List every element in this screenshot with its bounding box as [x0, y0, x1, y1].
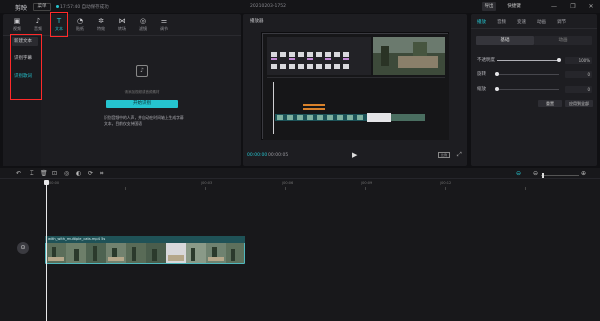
- video-track-icon[interactable]: ⊙: [17, 242, 29, 254]
- tab-animation[interactable]: 动画: [537, 19, 546, 25]
- tab-video[interactable]: ▣ 视频: [7, 17, 27, 34]
- player-time-total: 00:00:05: [268, 153, 289, 158]
- close-button[interactable]: ✕: [585, 2, 597, 11]
- video-clip-label: with_with_multiple_cats.mp4 5s: [48, 237, 106, 241]
- zoom-slider[interactable]: [541, 175, 579, 176]
- scale-value[interactable]: 0: [565, 86, 592, 93]
- rotation-label: 旋转: [477, 72, 486, 77]
- transition-icon: ⋈: [118, 17, 126, 25]
- tab-audio[interactable]: ♪ 音频: [28, 17, 48, 34]
- audio-icon: ♪: [35, 17, 41, 25]
- sticker-icon: ◔: [76, 17, 84, 25]
- minimize-button[interactable]: —: [548, 2, 560, 11]
- link-icon[interactable]: ⊖: [516, 170, 521, 177]
- rotation-value[interactable]: 0: [565, 71, 592, 78]
- shortcut-button[interactable]: 快捷键: [502, 2, 526, 11]
- filter-icon: ◎: [139, 17, 147, 25]
- menu-button[interactable]: 菜单: [33, 2, 51, 11]
- ruler-tick: [205, 187, 206, 190]
- segment-basic[interactable]: 基础: [476, 36, 534, 45]
- effect-icon: ✲: [98, 17, 104, 25]
- text-tab-highlight-box: [50, 12, 68, 37]
- timeline-toolbar-divider: [0, 178, 600, 179]
- sidebar-highlight-box: [10, 34, 42, 100]
- aspect-ratio-button[interactable]: 比例: [438, 152, 450, 158]
- tab-audio-label: 音频: [34, 26, 42, 31]
- play-button[interactable]: ▶: [352, 151, 357, 159]
- tab-adjust-label: 调节: [160, 26, 168, 31]
- opacity-value[interactable]: 100%: [565, 57, 592, 64]
- tab-filter-label: 滤镜: [139, 26, 147, 31]
- player-preview-frame[interactable]: [262, 33, 449, 140]
- tab-video-label: 视频: [13, 26, 21, 31]
- ruler-tick: [365, 187, 366, 190]
- tab-filter[interactable]: ◎ 滤镜: [133, 17, 153, 34]
- mirror-icon[interactable]: ◐: [76, 170, 81, 177]
- tiktok-icon: ♪: [136, 65, 148, 77]
- player-time-current: 00:00:00: [247, 153, 268, 158]
- preview-image: [263, 34, 449, 140]
- playhead[interactable]: [46, 180, 47, 321]
- reset-button[interactable]: 重置: [538, 100, 562, 107]
- ruler-label: |00:12: [440, 181, 452, 185]
- export-button[interactable]: 导出: [482, 2, 496, 11]
- segment-animation[interactable]: 动画: [534, 36, 592, 45]
- tab-audio-props[interactable]: 音频: [497, 19, 506, 25]
- recognize-hint: 请添加视频或音频素材: [124, 90, 160, 94]
- fullscreen-icon[interactable]: ⤢: [457, 151, 462, 159]
- project-title: 20210203-1752: [250, 3, 286, 9]
- scale-slider-knob[interactable]: [495, 87, 499, 91]
- tab-transition-label: 转场: [118, 26, 126, 31]
- tab-transition[interactable]: ⋈ 转场: [112, 17, 132, 34]
- tab-effect[interactable]: ✲ 特效: [91, 17, 111, 34]
- start-recognize-button[interactable]: 开始识别: [106, 100, 178, 108]
- ruler-tick: [445, 187, 446, 190]
- rotation-slider-knob[interactable]: [495, 72, 499, 76]
- adjust-icon: ⚌: [160, 17, 168, 25]
- ruler-label: |00:06: [282, 181, 294, 185]
- save-status: 17:57:40 自动保存成功: [60, 4, 109, 10]
- tab-sticker-label: 贴纸: [76, 26, 84, 31]
- freeze-icon[interactable]: ⊡: [52, 170, 57, 177]
- apply-all-button[interactable]: 应用到全部: [565, 100, 593, 107]
- zoom-in-icon[interactable]: ⊕: [581, 170, 586, 177]
- rotation-slider[interactable]: [497, 74, 559, 75]
- tab-adjust-props[interactable]: 调节: [557, 19, 566, 25]
- zoom-out-icon[interactable]: ⊖: [533, 170, 538, 177]
- playhead-handle[interactable]: [44, 180, 49, 185]
- ruler-tick: [285, 187, 286, 190]
- opacity-slider-fill: [497, 60, 559, 61]
- tab-adjust[interactable]: ⚌ 调节: [154, 17, 174, 34]
- video-clip-thumbnails: [46, 243, 244, 263]
- props-divider: [471, 28, 597, 29]
- ruler-label: |00:09: [361, 181, 373, 185]
- undo-icon[interactable]: ↶: [16, 170, 21, 177]
- app-name: 剪映: [15, 5, 28, 12]
- scale-slider[interactable]: [497, 89, 559, 90]
- tab-effect-label: 特效: [97, 26, 105, 31]
- video-icon: ▣: [13, 17, 21, 25]
- save-status-dot-icon: [56, 5, 59, 8]
- ruler-label: |00:03: [201, 181, 213, 185]
- ruler-tick: [525, 187, 526, 190]
- rotate-icon[interactable]: ⟳: [88, 170, 93, 177]
- maximize-button[interactable]: ❐: [567, 2, 579, 11]
- ruler-tick: [125, 187, 126, 190]
- opacity-slider-knob[interactable]: [557, 58, 561, 62]
- delete-icon[interactable]: 🗑: [40, 170, 48, 177]
- reverse-icon[interactable]: ◎: [64, 170, 69, 177]
- tab-sticker[interactable]: ◔ 贴纸: [70, 17, 90, 34]
- ruler-label: 00:00: [49, 181, 60, 185]
- tab-speed[interactable]: 变速: [517, 19, 526, 25]
- opacity-label: 不透明度: [477, 58, 495, 63]
- split-icon[interactable]: ⌶: [30, 170, 34, 178]
- player-title: 播放器: [250, 19, 264, 24]
- crop-icon[interactable]: ⌗: [100, 170, 103, 178]
- tab-playback[interactable]: 播放: [477, 19, 486, 25]
- scale-label: 缩放: [477, 87, 486, 92]
- recognize-description: 识别音频中的人声，并自动在时间轴上生成字幕文本，目前仅支持国语: [104, 115, 184, 126]
